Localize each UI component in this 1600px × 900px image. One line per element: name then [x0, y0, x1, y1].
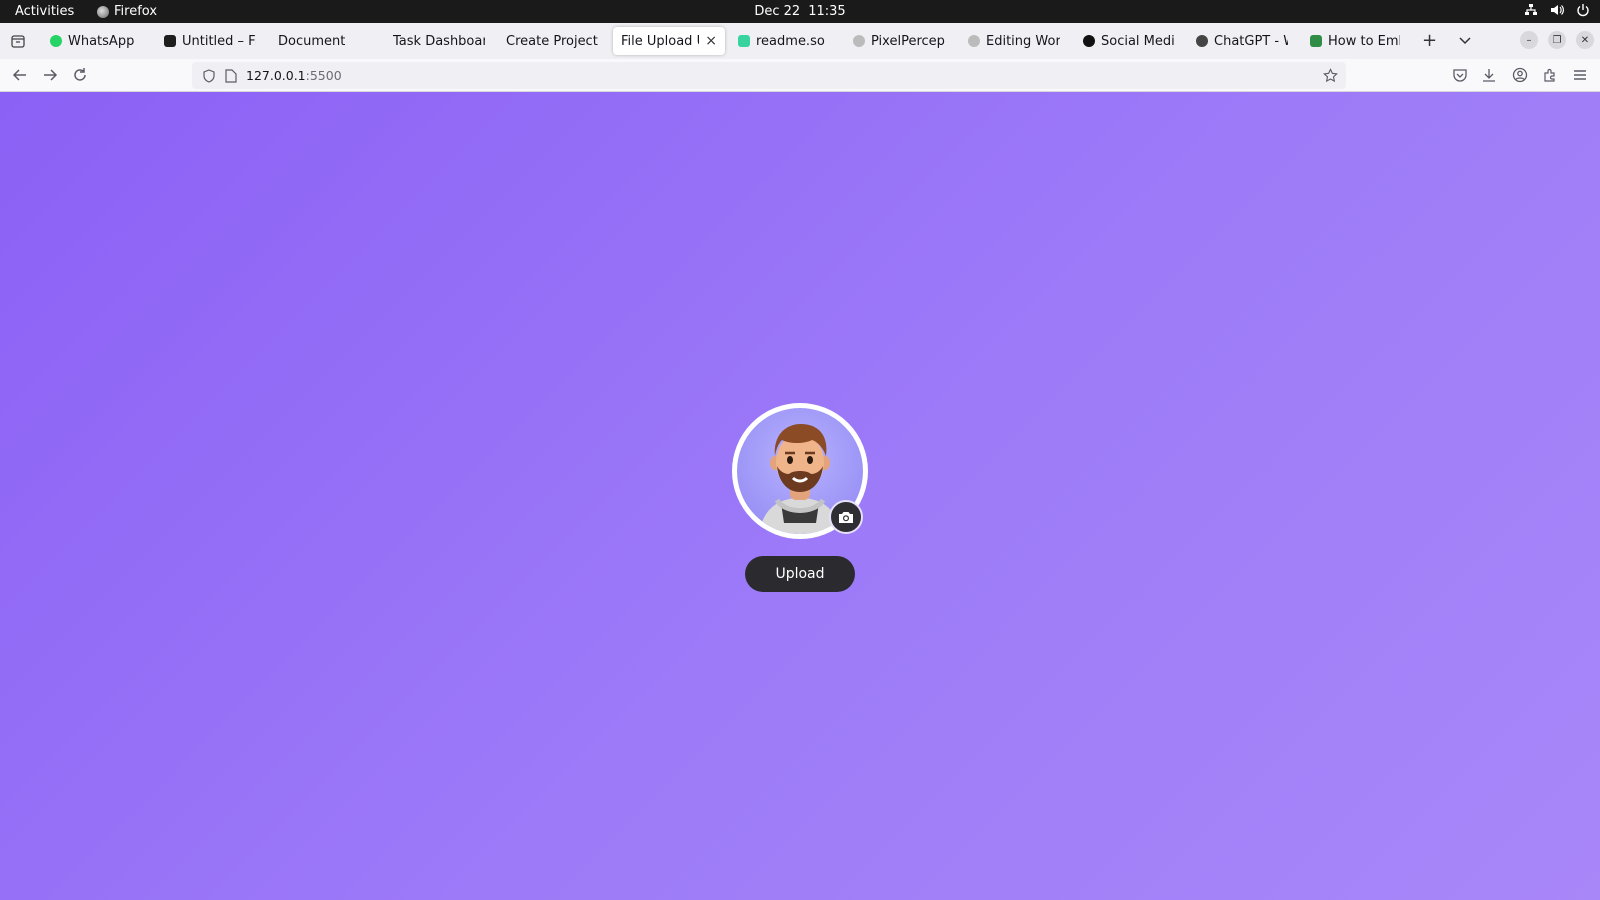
system-top-bar: Activities Firefox Dec 22 11:35: [0, 0, 1600, 23]
address-bar[interactable]: 127.0.0.1:5500: [192, 62, 1346, 89]
gfg-icon: [1310, 35, 1322, 47]
tab-editing-work[interactable]: Editing Work: [960, 27, 1068, 55]
minimize-window-icon[interactable]: –: [1520, 31, 1538, 49]
downloads-icon[interactable]: [1481, 67, 1497, 83]
extensions-icon[interactable]: [1542, 67, 1558, 83]
tab-label: ChatGPT - Wr: [1214, 33, 1288, 49]
tab-task-dashboard[interactable]: Task Dashboard: [385, 27, 493, 55]
tab-label: Create Project: [506, 33, 598, 49]
tab-readme[interactable]: readme.so: [730, 27, 840, 55]
list-all-tabs-icon[interactable]: [1458, 33, 1472, 47]
tab-label: Document: [278, 33, 346, 49]
firefox-view-icon[interactable]: [10, 33, 26, 49]
navigation-toolbar: 127.0.0.1:5500: [0, 59, 1600, 92]
clock[interactable]: Dec 22 11:35: [0, 4, 1600, 19]
openai-icon: [1196, 35, 1208, 47]
tab-label: File Upload UI: [621, 33, 699, 49]
pocket-icon[interactable]: [1452, 67, 1468, 83]
page-viewport: Upload: [0, 92, 1600, 900]
volume-icon: [1551, 5, 1564, 15]
page-info-icon[interactable]: [225, 68, 237, 83]
tab-create-project[interactable]: Create Project: [498, 27, 606, 55]
tab-how-to-embed[interactable]: How to Embe: [1302, 27, 1408, 55]
network-icon: [1525, 4, 1537, 15]
new-tab-button[interactable]: +: [1422, 32, 1437, 50]
url-host: 127.0.0.1: [246, 68, 306, 83]
bookmark-star-icon[interactable]: [1323, 68, 1338, 83]
clock-time: 11:35: [808, 4, 846, 19]
camera-icon: [839, 512, 853, 523]
tab-label: Untitled – Fig: [182, 33, 256, 49]
tab-label: readme.so: [756, 33, 825, 49]
threads-icon: [1083, 35, 1095, 47]
tab-label: PixelPercept: [871, 33, 945, 49]
forward-arrow-icon[interactable]: [41, 66, 59, 84]
whatsapp-icon: [50, 35, 62, 47]
upload-button[interactable]: Upload: [745, 556, 855, 592]
tab-chatgpt[interactable]: ChatGPT - Wr: [1188, 27, 1296, 55]
tab-document[interactable]: Document: [270, 27, 378, 55]
change-photo-camera-button[interactable]: [829, 500, 863, 534]
tab-figma[interactable]: Untitled – Fig: [156, 27, 264, 55]
tab-label: Social Media: [1101, 33, 1175, 49]
figma-icon: [164, 35, 176, 47]
tab-label: Task Dashboard: [393, 33, 485, 49]
tracking-protection-shield-icon[interactable]: [202, 68, 216, 83]
readme-icon: [738, 35, 750, 47]
github-icon: [853, 35, 865, 47]
tab-file-upload-ui[interactable]: File Upload UI ×: [613, 27, 725, 55]
profile-picture-container: [732, 403, 868, 539]
system-tray[interactable]: [1524, 3, 1590, 17]
hamburger-menu-icon[interactable]: [1572, 67, 1588, 83]
account-icon[interactable]: [1512, 67, 1528, 83]
restore-window-icon[interactable]: ❐: [1548, 31, 1566, 49]
reload-icon[interactable]: [71, 66, 89, 84]
tab-social-media[interactable]: Social Media: [1075, 27, 1183, 55]
power-icon: [1577, 4, 1589, 17]
close-window-icon[interactable]: ✕: [1576, 31, 1594, 49]
url-port: :5500: [305, 68, 342, 83]
close-tab-icon[interactable]: ×: [705, 33, 717, 49]
tab-label: How to Embe: [1328, 33, 1400, 49]
tab-label: WhatsApp: [68, 33, 135, 49]
github-icon: [968, 35, 980, 47]
tab-whatsapp[interactable]: WhatsApp: [42, 27, 154, 55]
tab-strip: WhatsApp Untitled – Fig Document Task Da…: [0, 23, 1600, 59]
clock-date: Dec 22: [754, 4, 801, 19]
tab-pixelpercept[interactable]: PixelPercept: [845, 27, 953, 55]
tab-label: Editing Work: [986, 33, 1060, 49]
back-arrow-icon[interactable]: [11, 66, 29, 84]
